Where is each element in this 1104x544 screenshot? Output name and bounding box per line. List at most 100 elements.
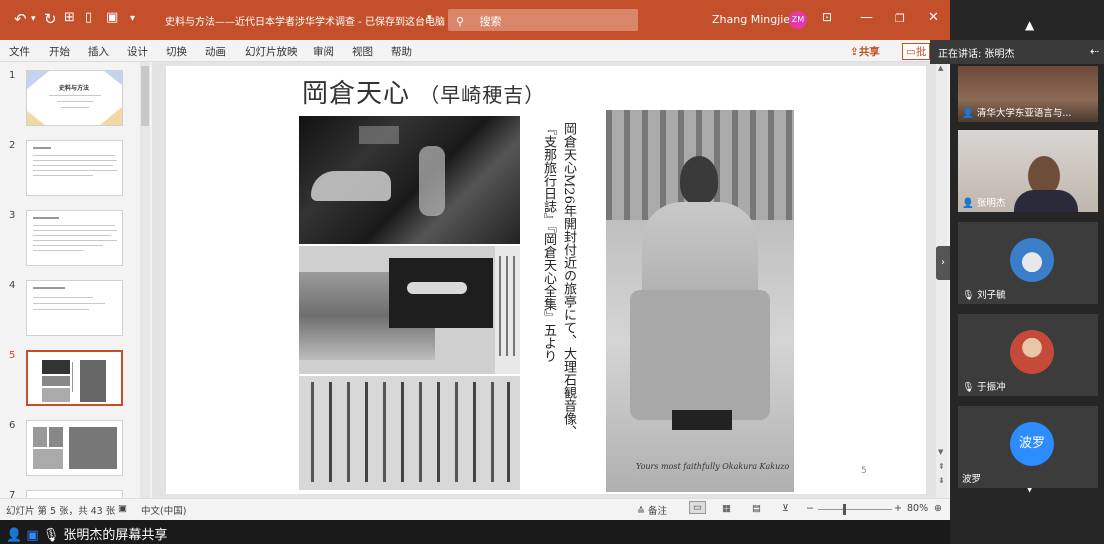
search-icon: ⚲ <box>456 15 465 28</box>
slide-subtitle: （早崎稉吉） <box>419 83 546 107</box>
thumbnail-number: 5 <box>9 350 16 361</box>
normal-view-icon[interactable]: ▭ <box>689 501 706 514</box>
slide-count: 幻灯片 第 5 张，共 43 张 <box>6 506 116 517</box>
ribbon-display-icon[interactable]: ⊡ <box>822 10 832 24</box>
participant-tile-5[interactable]: 波罗 波罗 <box>958 406 1098 488</box>
customize-toolbar-icon[interactable]: ▾ <box>130 13 135 24</box>
ribbon-tabs: 文件 开始 插入 设计 切换 动画 幻灯片放映 审阅 视图 帮助 ⇪共享 ▭批 <box>0 40 950 62</box>
slide-thumbnail-3[interactable] <box>26 210 123 266</box>
expand-panel-icon[interactable]: › <box>936 246 950 280</box>
tab-help[interactable]: 帮助 <box>391 44 412 59</box>
slide-title[interactable]: 岡倉天心 （早崎稉吉） <box>302 73 545 110</box>
canvas-scrollbar[interactable]: ▲ ▼ ⇞ ⇟ <box>936 62 948 498</box>
slide-thumbnail-1[interactable]: 史料与方法 <box>26 70 123 126</box>
portrait-signature: Yours most faithfully Okakura Kakuzo <box>636 462 790 471</box>
participant-name: 👤 张明杰 <box>962 198 1006 209</box>
undo-dropdown-icon[interactable]: ▾ <box>31 14 36 24</box>
notes-icon: ≙ <box>637 506 645 517</box>
scroll-up-icon[interactable]: ▲ <box>1025 18 1034 32</box>
thumbnail-scrollbar[interactable] <box>140 62 150 498</box>
thumbnail-number: 2 <box>9 140 16 151</box>
search-box[interactable]: ⚲ 搜索 <box>448 9 638 31</box>
comments-button[interactable]: ▭批 <box>902 43 931 60</box>
tab-review[interactable]: 审阅 <box>313 44 334 59</box>
photo-handwritten-diary <box>299 376 520 490</box>
slide-thumbnail-7[interactable] <box>26 490 123 498</box>
participant-tile-3[interactable]: 🎙 刘子毓 <box>958 222 1098 304</box>
mic-muted-icon: 🎙 <box>962 382 975 393</box>
user-name[interactable]: Zhang Mingjie <box>712 13 790 26</box>
mic-icon: 🎙 <box>42 528 60 543</box>
participant-name: 🎙 刘子毓 <box>962 290 1006 301</box>
document-title: 史料与方法——近代日本学者涉华学术调查 - 已保存到这台电脑 <box>165 17 445 28</box>
participant-avatar <box>1010 238 1054 282</box>
slide-thumbnail-5[interactable] <box>26 350 123 406</box>
tab-view[interactable]: 视图 <box>352 44 373 59</box>
screen-share-label: 👤 ▣ 🎙 张明杰的屏幕共享 <box>6 528 168 543</box>
tab-animations[interactable]: 动画 <box>205 44 226 59</box>
participant-tile-2[interactable]: 👤 张明杰 <box>958 130 1098 212</box>
screen-share-bar: 👤 ▣ 🎙 张明杰的屏幕共享 <box>0 520 950 544</box>
user-icon: 👤 <box>6 528 23 543</box>
slide-thumbnail-2[interactable] <box>26 140 123 196</box>
photo-collage <box>299 246 520 374</box>
participant-tile-4[interactable]: 🎙 于振冲 <box>958 314 1098 396</box>
slideshow-icon[interactable]: ⊻ <box>782 503 789 514</box>
zoom-level[interactable]: 80% <box>907 503 928 514</box>
photo-marble-statue <box>299 116 520 244</box>
tab-slideshow[interactable]: 幻灯片放映 <box>245 44 298 59</box>
tab-design[interactable]: 设计 <box>127 44 148 59</box>
notes-button[interactable]: ≙ 备注 <box>637 503 667 517</box>
share-button[interactable]: ⇪共享 <box>850 44 880 59</box>
scroll-up-icon[interactable]: ▲ <box>938 64 943 72</box>
redo-icon[interactable]: ↻ <box>44 10 57 28</box>
thumbnail-number: 7 <box>9 490 16 498</box>
powerpoint-window: ↶ ▾ ↻ ⊞ ▯ ▣ ▾ 史料与方法——近代日本学者涉华学术调查 - 已保存到… <box>0 0 950 520</box>
tab-home[interactable]: 开始 <box>49 44 70 59</box>
save-icon[interactable]: ▣ <box>106 10 118 25</box>
participant-name: 👤 清华大学东亚语言与... <box>962 108 1072 119</box>
slide-thumbnail-6[interactable] <box>26 420 123 476</box>
slide-caption[interactable]: 岡倉天心M26年開封付近の旅亭にて、大理石観音像、『支那旅行日誌』『岡倉天心全集… <box>538 122 578 442</box>
slide-thumbnail-4[interactable] <box>26 280 123 336</box>
user-avatar[interactable]: ZM <box>789 11 807 29</box>
thumbnail-title: 史料与方法 <box>59 85 90 92</box>
slide-page-number: 5 <box>861 466 867 476</box>
participant-name: 🎙 于振冲 <box>962 382 1006 393</box>
participant-tile-1[interactable]: 👤 清华大学东亚语言与... <box>958 66 1098 122</box>
participant-avatar: 波罗 <box>1010 422 1054 466</box>
present-from-start-icon[interactable]: ⊞ <box>64 10 75 25</box>
language-indicator[interactable]: 中文(中国) <box>141 503 186 517</box>
slide-sorter-icon[interactable]: ▦ <box>722 503 731 514</box>
participant-avatar <box>1010 330 1054 374</box>
mic-muted-icon: 🎙 <box>962 290 975 301</box>
scroll-down-icon[interactable]: ▼ <box>938 448 943 456</box>
screen-icon: ▣ <box>26 528 39 543</box>
zoom-out-icon[interactable]: − <box>806 503 814 514</box>
speaking-indicator: 正在讲话: 张明杰 <box>930 40 1104 64</box>
comment-icon: ▭ <box>906 46 916 58</box>
tab-insert[interactable]: 插入 <box>88 44 109 59</box>
zoom-slider-thumb[interactable] <box>843 504 846 515</box>
restore-icon[interactable]: ❐ <box>895 12 905 25</box>
spellcheck-icon[interactable]: ▣ <box>118 503 127 514</box>
collapse-arrow-icon[interactable]: ⇠ <box>1090 45 1099 58</box>
thumbnail-number: 1 <box>9 70 16 81</box>
participant-name: 波罗 <box>962 474 982 485</box>
scroll-thumb[interactable] <box>141 66 149 126</box>
status-bar: 幻灯片 第 5 张，共 43 张 ▣ 中文(中国) ≙ 备注 ▭ ▦ ▤ ⊻ −… <box>0 498 950 520</box>
next-slide-icon[interactable]: ⇟ <box>938 476 945 485</box>
minimize-icon[interactable]: — <box>860 10 873 25</box>
zoom-in-icon[interactable]: + <box>894 503 902 514</box>
thumbnail-number: 3 <box>9 210 16 221</box>
fit-to-window-icon[interactable]: ⊕ <box>934 503 942 514</box>
new-file-icon[interactable]: ▯ <box>85 10 92 25</box>
title-dropdown-icon[interactable]: ▾ <box>427 13 432 23</box>
close-icon[interactable]: ✕ <box>928 10 939 25</box>
tab-file[interactable]: 文件 <box>9 44 30 59</box>
prev-slide-icon[interactable]: ⇞ <box>938 462 945 471</box>
zoom-slider[interactable] <box>818 509 892 510</box>
undo-icon[interactable]: ↶ <box>14 10 27 28</box>
reading-view-icon[interactable]: ▤ <box>752 503 761 514</box>
tab-transitions[interactable]: 切换 <box>166 44 187 59</box>
